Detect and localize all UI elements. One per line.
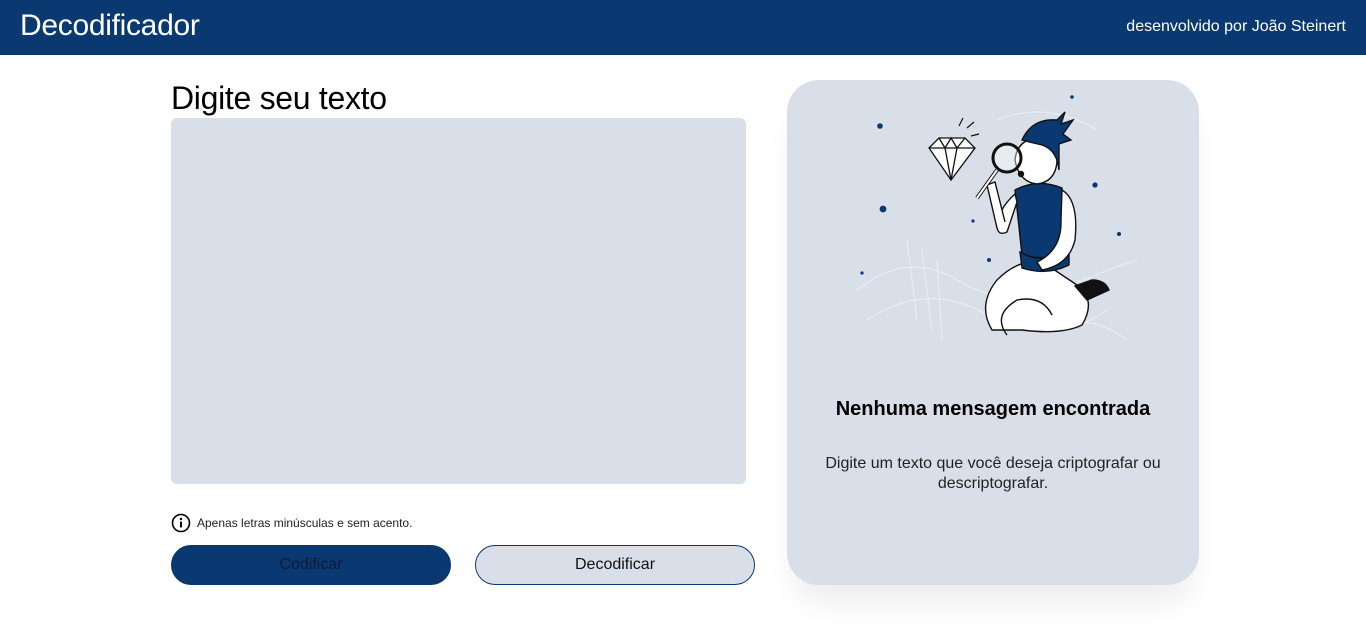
person-with-magnifying-glass-illustration: [847, 90, 1147, 360]
empty-state-description: Digite um texto que você deseja criptogr…: [825, 455, 1161, 492]
text-input[interactable]: [171, 118, 746, 484]
decode-button[interactable]: Decodificar: [475, 545, 755, 585]
info-icon: [171, 513, 191, 533]
app-title: Decodificador: [20, 9, 200, 42]
output-panel: Nenhuma mensagem encontrada Digite um te…: [787, 80, 1199, 585]
hint-text: Apenas letras minúsculas e sem acento.: [197, 516, 413, 530]
encode-button[interactable]: Codificar: [171, 545, 451, 585]
top-bar: Decodificador desenvolvido por João Stei…: [0, 0, 1366, 55]
developer-credits: desenvolvido por João Steinert: [1126, 18, 1346, 35]
empty-state-title: Nenhuma mensagem encontrada: [835, 398, 1151, 420]
input-hint: Apenas letras minúsculas e sem acento.: [171, 513, 412, 533]
input-heading: Digite seu texto: [171, 80, 387, 116]
